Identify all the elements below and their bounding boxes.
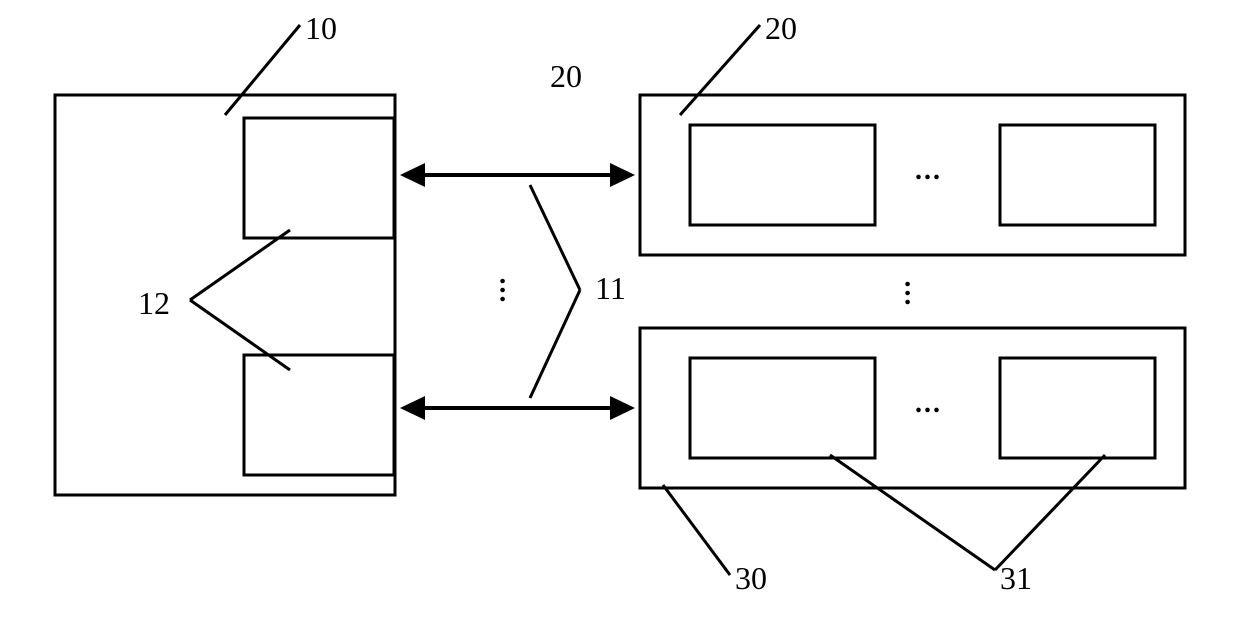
label-31: 31 [1000, 560, 1032, 597]
box-30 [640, 328, 1185, 488]
leader-10 [225, 25, 300, 115]
label-12: 12 [138, 285, 170, 322]
label-30: 30 [735, 560, 767, 597]
ellipsis-arrows: ... [493, 278, 525, 305]
box-10 [55, 95, 395, 495]
leader-20 [680, 25, 760, 115]
ellipsis-right-boxes: ... [898, 281, 930, 308]
label-20-center: 20 [550, 58, 582, 95]
leader-11-top [530, 185, 580, 290]
ellipsis-bottom-right: ... [915, 388, 942, 420]
leader-31-left [830, 455, 995, 570]
leader-12-top [190, 230, 290, 300]
label-10: 10 [305, 10, 337, 47]
ellipsis-top-right: ... [915, 155, 942, 187]
label-20-top: 20 [765, 10, 797, 47]
leader-31-right [995, 455, 1105, 570]
box-12-bottom [244, 355, 394, 475]
box-31-left [690, 358, 875, 458]
leader-12-bottom [190, 300, 290, 370]
leader-11-bottom [530, 290, 580, 398]
box-12-top [244, 118, 394, 238]
box-20-inner-right [1000, 125, 1155, 225]
leader-30 [663, 485, 730, 575]
box-31-right [1000, 358, 1155, 458]
box-20-inner-left [690, 125, 875, 225]
box-20 [640, 95, 1185, 255]
block-diagram [0, 0, 1240, 618]
label-11: 11 [595, 270, 626, 307]
